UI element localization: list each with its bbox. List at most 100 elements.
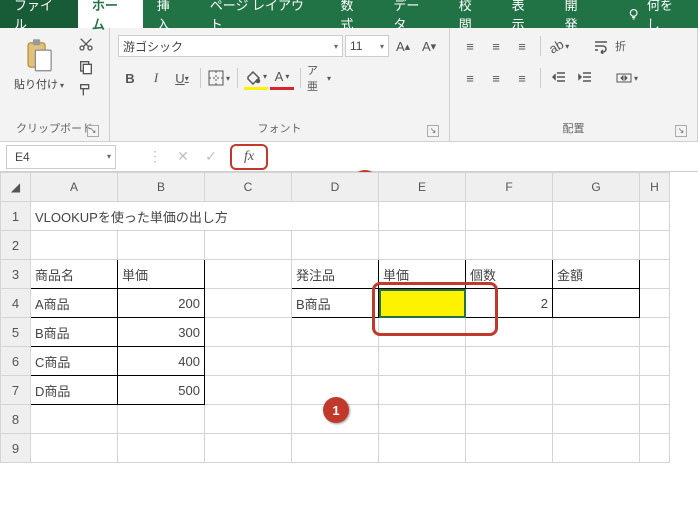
bold-button[interactable]: B (118, 66, 142, 90)
cell-F2[interactable] (466, 231, 553, 260)
cell-H6[interactable] (640, 347, 670, 376)
cell-D3[interactable]: 発注品 (292, 260, 379, 289)
tab-insert[interactable]: 挿入 (143, 0, 196, 28)
col-header-G[interactable]: G (553, 173, 640, 202)
row-header-1[interactable]: 1 (1, 202, 31, 231)
col-header-C[interactable]: C (205, 173, 292, 202)
cell-G9[interactable] (553, 434, 640, 463)
cell-E4-active[interactable] (379, 289, 466, 318)
cell-G1[interactable] (553, 202, 640, 231)
tab-formulas[interactable]: 数式 (327, 0, 380, 28)
cell-F5[interactable] (466, 318, 553, 347)
cell-E5[interactable] (379, 318, 466, 347)
wrap-text-button[interactable] (589, 34, 613, 58)
col-header-E[interactable]: E (379, 173, 466, 202)
cell-F6[interactable] (466, 347, 553, 376)
decrease-indent-button[interactable] (547, 66, 571, 90)
decrease-font-button[interactable]: A▾ (417, 34, 441, 58)
cell-E6[interactable] (379, 347, 466, 376)
cell-C9[interactable] (205, 434, 292, 463)
cell-D5[interactable] (292, 318, 379, 347)
row-header-2[interactable]: 2 (1, 231, 31, 260)
cell-A6[interactable]: C商品 (31, 347, 118, 376)
insert-function-button[interactable]: fx (230, 144, 268, 170)
cell-A1[interactable]: VLOOKUPを使った単価の出し方 (31, 202, 379, 231)
cell-G4[interactable] (553, 289, 640, 318)
font-dialog-launcher[interactable]: ↘ (427, 125, 439, 137)
cell-F3[interactable]: 個数 (466, 260, 553, 289)
cell-C2[interactable] (205, 231, 292, 260)
cell-G3[interactable]: 金額 (553, 260, 640, 289)
cell-E9[interactable] (379, 434, 466, 463)
cell-C8[interactable] (205, 405, 292, 434)
cell-B9[interactable] (118, 434, 205, 463)
cell-H9[interactable] (640, 434, 670, 463)
cell-F9[interactable] (466, 434, 553, 463)
cell-G6[interactable] (553, 347, 640, 376)
cell-H8[interactable] (640, 405, 670, 434)
cell-G5[interactable] (553, 318, 640, 347)
cell-E8[interactable] (379, 405, 466, 434)
row-header-7[interactable]: 7 (1, 376, 31, 405)
cell-H5[interactable] (640, 318, 670, 347)
cancel-formula-button[interactable]: ✕ (170, 145, 196, 169)
align-right-button[interactable]: ≡ (510, 66, 534, 90)
cell-G8[interactable] (553, 405, 640, 434)
cell-E1[interactable] (379, 202, 466, 231)
increase-font-button[interactable]: A▴ (391, 34, 415, 58)
tab-view[interactable]: 表示 (498, 0, 551, 28)
align-left-button[interactable]: ≡ (458, 66, 482, 90)
row-header-5[interactable]: 5 (1, 318, 31, 347)
col-header-B[interactable]: B (118, 173, 205, 202)
cell-H7[interactable] (640, 376, 670, 405)
fill-color-button[interactable] (244, 66, 268, 90)
tab-developer[interactable]: 開発 (551, 0, 604, 28)
cell-F1[interactable] (466, 202, 553, 231)
copy-button[interactable] (76, 57, 96, 77)
cell-D6[interactable] (292, 347, 379, 376)
cell-B6[interactable]: 400 (118, 347, 205, 376)
merge-button[interactable] (615, 66, 639, 90)
cell-B5[interactable]: 300 (118, 318, 205, 347)
cell-B7[interactable]: 500 (118, 376, 205, 405)
cut-button[interactable] (76, 34, 96, 54)
formula-bar-input[interactable] (268, 145, 698, 169)
cell-A2[interactable] (31, 231, 118, 260)
alignment-dialog-launcher[interactable]: ↘ (675, 125, 687, 137)
tell-me[interactable]: 何をし (613, 0, 698, 28)
underline-button[interactable]: U▾ (170, 66, 194, 90)
tab-data[interactable]: データ (379, 0, 444, 28)
cell-H4[interactable] (640, 289, 670, 318)
col-header-H[interactable]: H (640, 173, 670, 202)
cell-E7[interactable] (379, 376, 466, 405)
cell-C5[interactable] (205, 318, 292, 347)
row-header-9[interactable]: 9 (1, 434, 31, 463)
cell-D4[interactable]: B商品 (292, 289, 379, 318)
align-bottom-button[interactable]: ≡ (510, 34, 534, 58)
cell-F8[interactable] (466, 405, 553, 434)
italic-button[interactable]: I (144, 66, 168, 90)
cell-H3[interactable] (640, 260, 670, 289)
row-header-8[interactable]: 8 (1, 405, 31, 434)
col-header-F[interactable]: F (466, 173, 553, 202)
cell-A9[interactable] (31, 434, 118, 463)
enter-formula-button[interactable]: ✓ (198, 145, 224, 169)
align-center-button[interactable]: ≡ (484, 66, 508, 90)
increase-indent-button[interactable] (573, 66, 597, 90)
clipboard-dialog-launcher[interactable]: ↘ (87, 125, 99, 137)
cell-B8[interactable] (118, 405, 205, 434)
font-size-select[interactable]: 11 ▾ (345, 35, 389, 57)
font-color-button[interactable]: A (270, 66, 294, 90)
cell-A3[interactable]: 商品名 (31, 260, 118, 289)
cell-B3[interactable]: 単価 (118, 260, 205, 289)
tab-home[interactable]: ホーム (78, 0, 143, 28)
borders-button[interactable] (207, 66, 231, 90)
paste-button[interactable]: 貼り付け (8, 34, 70, 96)
cell-E2[interactable] (379, 231, 466, 260)
cell-A8[interactable] (31, 405, 118, 434)
phonetic-button[interactable]: ア亜 (307, 66, 331, 90)
tab-review[interactable]: 校閲 (445, 0, 498, 28)
cell-C3[interactable] (205, 260, 292, 289)
cell-A7[interactable]: D商品 (31, 376, 118, 405)
cell-E3[interactable]: 単価 (379, 260, 466, 289)
